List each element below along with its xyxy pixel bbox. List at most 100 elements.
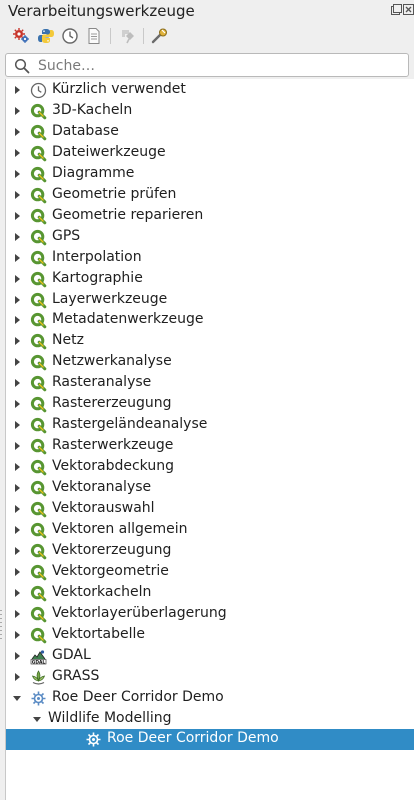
- qgis-icon: [30, 313, 47, 329]
- tree-item[interactable]: Vektorerzeugung: [6, 541, 414, 562]
- tree-item[interactable]: Vektoren allgemein: [6, 520, 414, 541]
- python-button[interactable]: [35, 25, 57, 47]
- qgis-icon: [30, 585, 47, 602]
- tree-item[interactable]: Vektortabelle: [6, 625, 414, 646]
- tree-item[interactable]: Dateiwerkzeuge: [6, 143, 414, 164]
- python-icon: [38, 29, 54, 43]
- tree-item[interactable]: Geometrie prüfen: [6, 185, 414, 206]
- models-gear-button[interactable]: [10, 25, 32, 47]
- expand-arrow-right-icon[interactable]: [12, 315, 22, 325]
- tree-item[interactable]: Diagramme: [6, 164, 414, 185]
- tree-item[interactable]: Netzwerkanalyse: [6, 352, 414, 373]
- expand-arrow-down-icon[interactable]: [12, 693, 22, 703]
- tree-item[interactable]: GRASS: [6, 667, 414, 688]
- expand-arrow-right-icon[interactable]: [12, 148, 22, 158]
- tree-item[interactable]: Geometrie reparieren: [6, 206, 414, 227]
- expand-arrow-right-icon[interactable]: [12, 378, 22, 388]
- expand-arrow-right-icon[interactable]: [12, 504, 22, 514]
- expand-arrow-right-icon[interactable]: [12, 106, 22, 116]
- expand-arrow-right-icon[interactable]: [12, 336, 22, 346]
- tree-item[interactable]: Rastergeländeanalyse: [6, 415, 414, 436]
- qgis-icon: [30, 564, 47, 581]
- tree-item[interactable]: GDAL GDAL: [6, 646, 414, 667]
- expand-arrow-right-icon[interactable]: [12, 190, 22, 200]
- expand-arrow-right-icon[interactable]: [12, 588, 22, 598]
- expand-arrow-right-icon[interactable]: [12, 462, 22, 472]
- tree-item[interactable]: Vektorgeometrie: [6, 562, 414, 583]
- tree-item[interactable]: Vektorabdeckung: [6, 457, 414, 478]
- tree-item[interactable]: Roe Deer Corridor Demo: [6, 729, 414, 751]
- tree-item[interactable]: GPS: [6, 227, 414, 248]
- tree-item-label: Rastergeländeanalyse: [52, 416, 208, 433]
- expand-arrow-right-icon[interactable]: [12, 399, 22, 409]
- expand-arrow-right-icon[interactable]: [12, 630, 22, 640]
- qgis-icon: [30, 355, 47, 371]
- qgis-icon: [30, 606, 47, 623]
- tree-item[interactable]: Interpolation: [6, 248, 414, 269]
- tree-item-label: Vektorkacheln: [52, 583, 152, 600]
- tree-item[interactable]: 3D-Kacheln: [6, 101, 414, 122]
- expand-arrow-right-icon[interactable]: [12, 253, 22, 263]
- qgis-icon: [30, 522, 47, 539]
- tree-item[interactable]: Kürzlich verwendet: [6, 80, 414, 101]
- expand-arrow-right-icon[interactable]: [12, 274, 22, 284]
- expand-arrow-right-icon[interactable]: [12, 295, 22, 305]
- tree-item[interactable]: Wildlife Modelling: [6, 709, 414, 730]
- qgis-icon: [30, 439, 47, 455]
- qgis-icon: [30, 250, 47, 266]
- expand-arrow-right-icon[interactable]: [12, 567, 22, 577]
- close-panel-icon[interactable]: [403, 4, 414, 15]
- float-panel-icon[interactable]: [391, 4, 402, 15]
- expand-arrow-right-icon[interactable]: [12, 211, 22, 221]
- tree-item-label: Roe Deer Corridor Demo: [107, 730, 279, 747]
- tree-item[interactable]: Rastererzeugung: [6, 394, 414, 415]
- tree-item[interactable]: Database: [6, 122, 414, 143]
- search-input[interactable]: [36, 56, 400, 76]
- tree-item-label: GRASS: [52, 667, 100, 684]
- options-button[interactable]: [149, 25, 171, 47]
- qgis-icon: [30, 187, 47, 204]
- expand-arrow-right-icon[interactable]: [12, 651, 22, 661]
- tree-item[interactable]: Vektoranalyse: [6, 478, 414, 499]
- expand-arrow-right-icon[interactable]: [12, 232, 22, 242]
- search-box[interactable]: [5, 53, 409, 77]
- tree-item[interactable]: Rasterwerkzeuge: [6, 436, 414, 457]
- expand-arrow-right-icon[interactable]: [12, 609, 22, 619]
- expand-arrow-right-icon[interactable]: [12, 85, 22, 95]
- expand-arrow-right-icon[interactable]: [12, 357, 22, 367]
- tree-item[interactable]: Kartographie: [6, 269, 414, 290]
- tree-item[interactable]: Vektorkacheln: [6, 583, 414, 604]
- expand-arrow-right-icon[interactable]: [12, 127, 22, 137]
- qgis-icon: [30, 145, 47, 162]
- qgis-icon: [30, 271, 47, 287]
- tree-item[interactable]: Vektorlayerüberlagerung: [6, 604, 414, 625]
- panel-resize-grip[interactable]: [0, 610, 2, 640]
- tree-item-label: Vektorabdeckung: [52, 458, 174, 475]
- expand-arrow-right-icon[interactable]: [12, 546, 22, 556]
- tree-item-label: Vektorauswahl: [52, 500, 155, 516]
- tree-item-label: Kartographie: [52, 269, 143, 286]
- history-button[interactable]: [59, 25, 81, 47]
- expand-arrow-right-icon[interactable]: [12, 483, 22, 493]
- tree-item[interactable]: Rasteranalyse: [6, 373, 414, 394]
- tree-item[interactable]: Metadatenwerkzeuge: [6, 310, 414, 331]
- tree-item-label: Vektorlayerüberlagerung: [52, 604, 227, 621]
- edit-in-place-button[interactable]: [117, 25, 139, 47]
- expand-arrow-right-icon[interactable]: [12, 525, 22, 535]
- tree-item-label: Geometrie reparieren: [52, 206, 204, 223]
- expand-arrow-right-icon[interactable]: [12, 420, 22, 430]
- panel-titlebar: Verarbeitungswerkzeuge: [0, 0, 414, 22]
- expand-arrow-right-icon[interactable]: [12, 169, 22, 179]
- tree-item-label: Vektoranalyse: [52, 479, 152, 496]
- tree-item[interactable]: Layerwerkzeuge: [6, 290, 414, 311]
- tree-item[interactable]: Roe Deer Corridor Demo: [6, 688, 414, 709]
- tree-item[interactable]: Vektorauswahl: [6, 499, 414, 520]
- expand-arrow-down-icon[interactable]: [32, 714, 42, 724]
- tree-item-label: Netzwerkanalyse: [52, 353, 172, 370]
- expand-arrow-right-icon[interactable]: [12, 672, 22, 682]
- results-button[interactable]: [83, 25, 105, 47]
- grass-icon: [31, 669, 46, 685]
- algorithm-tree[interactable]: Kürzlich verwendet 3D-Kacheln Database Date…: [5, 79, 414, 800]
- expand-arrow-right-icon[interactable]: [12, 441, 22, 451]
- tree-item[interactable]: Netz: [6, 331, 414, 352]
